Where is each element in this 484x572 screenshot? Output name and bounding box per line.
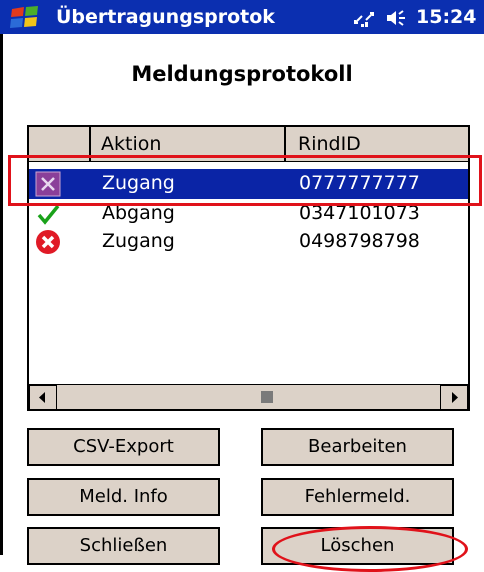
status-area: 15:24 <box>352 6 480 30</box>
cell-aktion: Zugang <box>102 230 175 252</box>
arrow-left-icon <box>39 392 45 403</box>
error-message-button[interactable]: Fehlermeld. <box>261 478 454 516</box>
close-button[interactable]: Schließen <box>27 527 220 565</box>
table-row[interactable]: Zugang 0498798798 <box>29 227 468 257</box>
connectivity-icon[interactable] <box>352 7 376 29</box>
arrow-right-icon <box>452 392 458 403</box>
highlight-ellipse <box>272 526 468 572</box>
scroll-thumb[interactable] <box>261 391 273 403</box>
column-header-aktion-label: Aktion <box>101 133 162 155</box>
column-header-rindid-label: RindID <box>298 133 361 155</box>
title-bar: Übertragungsprotok 15:24 <box>0 0 484 34</box>
highlight-rectangle <box>8 155 482 206</box>
clock[interactable]: 15:24 <box>416 6 476 28</box>
window-title: Übertragungsprotok <box>56 6 275 28</box>
cell-rindid: 0498798798 <box>299 230 420 252</box>
volume-icon[interactable] <box>384 7 408 29</box>
scroll-right-button[interactable] <box>440 385 468 409</box>
edit-button[interactable]: Bearbeiten <box>261 428 454 466</box>
red-x-circle-icon <box>36 230 60 254</box>
csv-export-button[interactable]: CSV-Export <box>27 428 220 466</box>
message-info-button[interactable]: Meld. Info <box>27 478 220 516</box>
page-title: Meldungsprotokoll <box>131 62 353 86</box>
windows-flag-icon[interactable] <box>8 5 48 29</box>
window-border <box>0 34 3 555</box>
horizontal-scrollbar[interactable] <box>29 384 468 409</box>
scroll-left-button[interactable] <box>29 385 57 409</box>
